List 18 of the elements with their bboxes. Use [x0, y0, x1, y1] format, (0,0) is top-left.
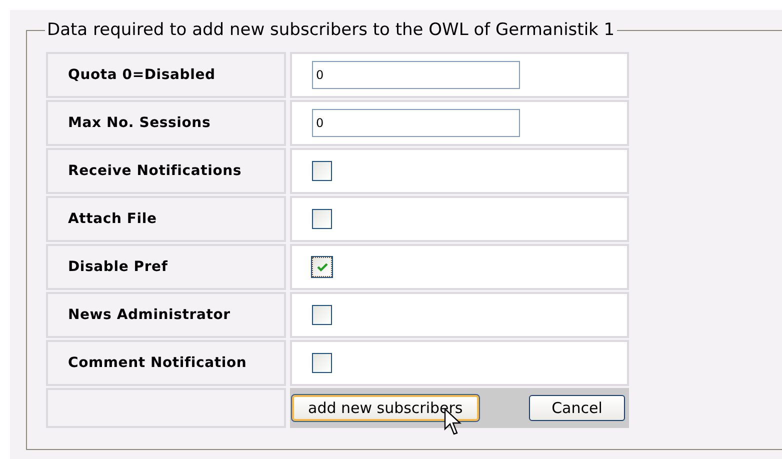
- form-button[interactable]: Cancel: [529, 395, 625, 421]
- form-legend: Data required to add new subscribers to the OWL of Germanistik 1: [45, 19, 617, 41]
- field-label: Attach File: [46, 196, 286, 242]
- checkbox[interactable]: [312, 257, 332, 277]
- checkbox[interactable]: [312, 161, 332, 181]
- field-label: Comment Notification: [46, 340, 286, 386]
- checkbox[interactable]: [312, 305, 332, 325]
- field-label: Disable Pref: [46, 244, 286, 290]
- checkmark-icon: [316, 262, 328, 272]
- field-label: Receive Notifications: [46, 148, 286, 194]
- field-label: News Administrator: [46, 292, 286, 338]
- field-label: Max No. Sessions: [46, 100, 286, 146]
- checkbox[interactable]: [312, 209, 332, 229]
- field-label: Quota 0=Disabled: [46, 52, 286, 98]
- checkbox[interactable]: [312, 353, 332, 373]
- text-field[interactable]: 0: [312, 61, 520, 89]
- text-field[interactable]: 0: [312, 109, 520, 137]
- form-button[interactable]: add new subscribers: [292, 395, 479, 421]
